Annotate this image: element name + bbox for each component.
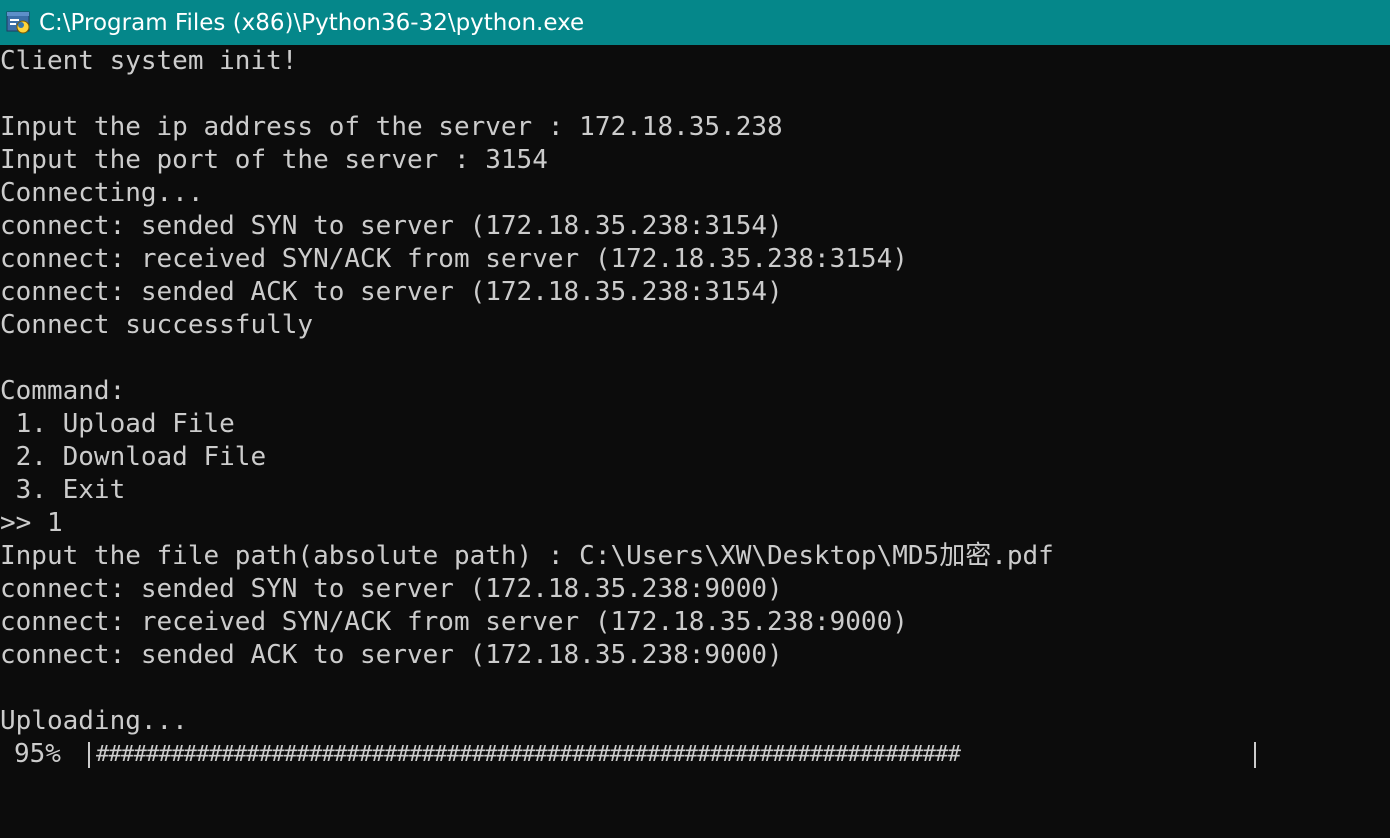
console-window: C:\Program Files (x86)\Python36-32\pytho… <box>0 0 1390 838</box>
console-line: connect: received SYN/ACK from server (1… <box>0 244 908 274</box>
upload-progress: 95% ####################################… <box>0 738 1390 771</box>
progress-percent: 95% <box>14 739 61 769</box>
console-output[interactable]: Client system init! Input the ip address … <box>0 45 1390 838</box>
title-bar[interactable]: C:\Program Files (x86)\Python36-32\pytho… <box>0 0 1390 45</box>
console-line: 3. Exit <box>0 475 126 505</box>
console-line: connect: received SYN/ACK from server (1… <box>0 607 908 637</box>
console-line: Uploading... <box>0 706 188 736</box>
console-line: Connecting... <box>0 178 204 208</box>
progress-bar-fill: ########################################… <box>96 742 961 767</box>
progress-bar-right-edge <box>1254 742 1256 768</box>
console-line: 2. Download File <box>0 442 267 472</box>
console-line: Input the ip address of the server : 172… <box>0 112 783 142</box>
console-line: connect: sended ACK to server (172.18.35… <box>0 640 783 670</box>
console-line: >> 1 <box>0 508 63 538</box>
console-line: connect: sended SYN to server (172.18.35… <box>0 211 783 241</box>
console-line: Input the file path(absolute path) : C:\… <box>0 541 1054 571</box>
console-line: connect: sended ACK to server (172.18.35… <box>0 277 783 307</box>
console-line: Connect successfully <box>0 310 314 340</box>
console-line: Command: <box>0 376 126 406</box>
console-line: Client system init! <box>0 46 298 76</box>
window-title: C:\Program Files (x86)\Python36-32\pytho… <box>39 9 585 36</box>
console-line: 1. Upload File <box>0 409 235 439</box>
progress-bar-left-edge <box>88 742 90 768</box>
python-icon <box>5 9 33 37</box>
console-line: Input the port of the server : 3154 <box>0 145 548 175</box>
console-line: connect: sended SYN to server (172.18.35… <box>0 574 783 604</box>
